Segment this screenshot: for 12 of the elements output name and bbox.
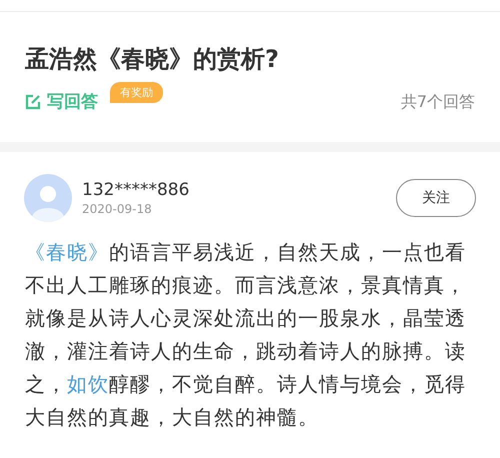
answer-count: 共7个回答 bbox=[400, 92, 475, 113]
user-name: 132*****886 bbox=[82, 180, 190, 200]
question-title: 孟浩然《春晓》的赏析? bbox=[25, 44, 280, 75]
edit-icon bbox=[25, 94, 41, 110]
answer-text: 《春晓》的语言平易浅近，自然天成，一点也看不出人工雕琢的痕迹。而言浅意浓，景真情真，就像是从诗人心灵深处流出的一股泉水，晶莹透澈，灌注着诗人的生命，跳动着诗人的脉搏。读之，如饮醇醪，不觉自醉。诗人情与境会，觅得大自然的真趣，大自然的神髓。 bbox=[25, 239, 467, 431]
text-link[interactable]: 如饮 bbox=[67, 372, 109, 396]
text-link[interactable]: 《春晓》 bbox=[25, 240, 109, 264]
reward-badge: 有奖励 bbox=[110, 82, 163, 103]
answer-date: 2020-09-18 bbox=[82, 202, 153, 216]
avatar-icon bbox=[24, 174, 72, 222]
follow-button[interactable]: 关注 bbox=[396, 179, 476, 217]
write-answer-link[interactable]: 写回答 bbox=[25, 90, 98, 113]
